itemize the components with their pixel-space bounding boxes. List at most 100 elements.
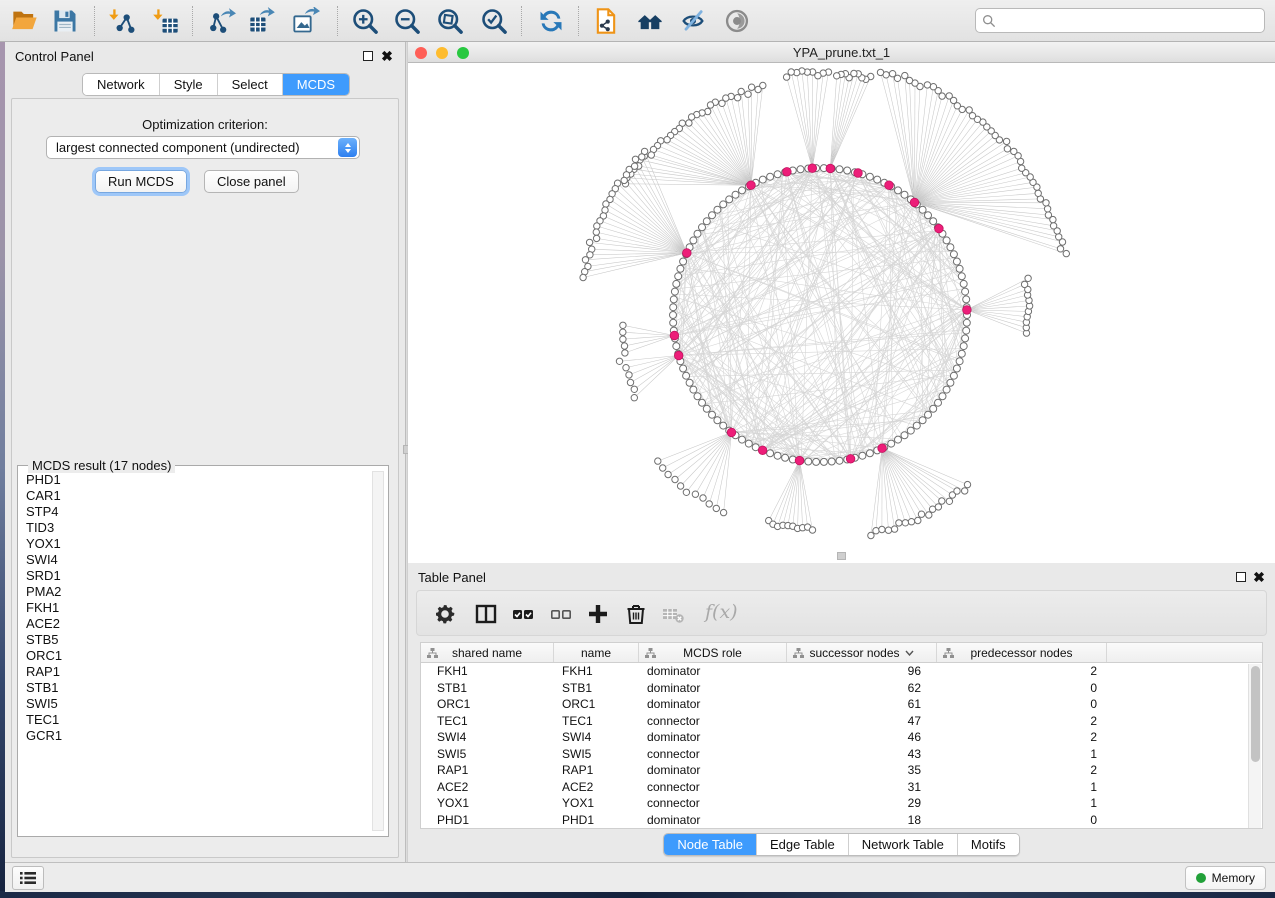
cell[interactable]: 1: [937, 780, 1107, 794]
cell[interactable]: connector: [639, 780, 787, 794]
table-scrollbar-thumb[interactable]: [1251, 666, 1260, 762]
mcds-result-item[interactable]: STB1: [19, 680, 371, 696]
zoom-fit-button[interactable]: [433, 4, 467, 38]
add-column-button[interactable]: [584, 599, 614, 629]
mcds-result-scrollbar[interactable]: [372, 471, 384, 831]
save-session-button[interactable]: [48, 4, 82, 38]
cell[interactable]: 61: [787, 697, 937, 711]
mcds-result-item[interactable]: STP4: [19, 504, 371, 520]
cell[interactable]: RAP1: [554, 763, 639, 777]
cell[interactable]: dominator: [639, 681, 787, 695]
cell[interactable]: dominator: [639, 763, 787, 777]
table-row[interactable]: PHD1PHD1dominator180: [421, 812, 1262, 829]
hide-graphics-details-button[interactable]: [676, 4, 710, 38]
mcds-result-list[interactable]: PHD1CAR1STP4TID3YOX1SWI4SRD1PMA2FKH1ACE2…: [19, 472, 371, 830]
mcds-result-item[interactable]: CAR1: [19, 488, 371, 504]
tab-style[interactable]: Style: [160, 74, 218, 95]
search-input[interactable]: [996, 12, 1258, 29]
table-row[interactable]: ORC1ORC1dominator610: [421, 696, 1262, 713]
column-header-shared-name[interactable]: shared name: [421, 643, 554, 662]
deselect-all-rows-button[interactable]: [547, 599, 577, 629]
table-row[interactable]: TEC1TEC1connector472: [421, 713, 1262, 730]
column-header-MCDS-role[interactable]: MCDS role: [639, 643, 787, 662]
network-home-button[interactable]: [633, 4, 667, 38]
cell[interactable]: SWI4: [421, 730, 554, 744]
cell[interactable]: ACE2: [554, 780, 639, 794]
table-row[interactable]: YOX1YOX1connector291: [421, 795, 1262, 812]
cell[interactable]: 29: [787, 796, 937, 810]
control-panel-float-button[interactable]: [361, 49, 375, 63]
cell[interactable]: YOX1: [554, 796, 639, 810]
column-header-name[interactable]: name: [554, 643, 639, 662]
delete-columns-button[interactable]: [622, 599, 652, 629]
cell[interactable]: RAP1: [421, 763, 554, 777]
cell[interactable]: 62: [787, 681, 937, 695]
tab-mcds[interactable]: MCDS: [283, 74, 349, 95]
zoom-selected-button[interactable]: [477, 4, 511, 38]
cell[interactable]: 0: [937, 681, 1107, 695]
tab-node-table[interactable]: Node Table: [664, 834, 757, 855]
cell[interactable]: 31: [787, 780, 937, 794]
function-builder-button[interactable]: f(x): [705, 601, 738, 623]
cell[interactable]: FKH1: [554, 664, 639, 678]
table-row[interactable]: FKH1FKH1dominator962: [421, 663, 1262, 680]
table-panel-close-button[interactable]: ✖: [1252, 570, 1266, 584]
optimization-criterion-select[interactable]: largest connected component (undirected): [46, 136, 360, 159]
run-mcds-button[interactable]: Run MCDS: [95, 170, 187, 193]
horizontal-splitter-handle[interactable]: [837, 552, 846, 560]
show-column-panel-button[interactable]: [472, 599, 502, 629]
tab-motifs[interactable]: Motifs: [958, 834, 1019, 855]
cell[interactable]: 18: [787, 813, 937, 827]
table-row[interactable]: SWI4SWI4dominator462: [421, 729, 1262, 746]
cell[interactable]: 46: [787, 730, 937, 744]
cell[interactable]: 43: [787, 747, 937, 761]
export-image-button[interactable]: [289, 4, 323, 38]
network-window-titlebar[interactable]: YPA_prune.txt_1: [408, 42, 1275, 63]
cell[interactable]: YOX1: [421, 796, 554, 810]
mcds-result-item[interactable]: FKH1: [19, 600, 371, 616]
cell[interactable]: STB1: [554, 681, 639, 695]
cell[interactable]: SWI4: [554, 730, 639, 744]
table-row[interactable]: SWI5SWI5connector431: [421, 746, 1262, 763]
mcds-result-item[interactable]: TEC1: [19, 712, 371, 728]
cell[interactable]: dominator: [639, 697, 787, 711]
show-task-history-button[interactable]: [12, 866, 44, 890]
zoom-in-button[interactable]: [348, 4, 382, 38]
table-options-button[interactable]: [431, 599, 461, 629]
mcds-result-item[interactable]: STB5: [19, 632, 371, 648]
table-row[interactable]: STB1STB1dominator620: [421, 680, 1262, 697]
cell[interactable]: 2: [937, 730, 1107, 744]
mcds-result-item[interactable]: SRD1: [19, 568, 371, 584]
import-table-button[interactable]: [149, 4, 183, 38]
cell[interactable]: 47: [787, 714, 937, 728]
cell[interactable]: ORC1: [421, 697, 554, 711]
show-graphics-details-button[interactable]: [720, 4, 754, 38]
mcds-result-item[interactable]: TID3: [19, 520, 371, 536]
cell[interactable]: ORC1: [554, 697, 639, 711]
cell[interactable]: SWI5: [554, 747, 639, 761]
cell[interactable]: TEC1: [554, 714, 639, 728]
cell[interactable]: dominator: [639, 813, 787, 827]
control-panel-close-button[interactable]: ✖: [380, 49, 394, 63]
close-panel-button[interactable]: Close panel: [204, 170, 299, 193]
cell[interactable]: PHD1: [421, 813, 554, 827]
tab-network-table[interactable]: Network Table: [849, 834, 958, 855]
network-canvas[interactable]: [408, 63, 1275, 563]
cell[interactable]: 2: [937, 714, 1107, 728]
share-network-document-button[interactable]: [589, 4, 623, 38]
mcds-result-item[interactable]: ORC1: [19, 648, 371, 664]
import-network-button[interactable]: [105, 4, 139, 38]
cell[interactable]: 2: [937, 763, 1107, 777]
column-header-predecessor-nodes[interactable]: predecessor nodes: [937, 643, 1107, 662]
cell[interactable]: SWI5: [421, 747, 554, 761]
cell[interactable]: dominator: [639, 664, 787, 678]
cell[interactable]: 1: [937, 796, 1107, 810]
column-header-successor-nodes[interactable]: successor nodes: [787, 643, 937, 662]
cell[interactable]: ACE2: [421, 780, 554, 794]
cell[interactable]: 0: [937, 813, 1107, 827]
zoom-out-button[interactable]: [390, 4, 424, 38]
table-row[interactable]: RAP1RAP1dominator352: [421, 762, 1262, 779]
mcds-result-item[interactable]: PHD1: [19, 472, 371, 488]
mcds-result-item[interactable]: SWI4: [19, 552, 371, 568]
cell[interactable]: connector: [639, 714, 787, 728]
